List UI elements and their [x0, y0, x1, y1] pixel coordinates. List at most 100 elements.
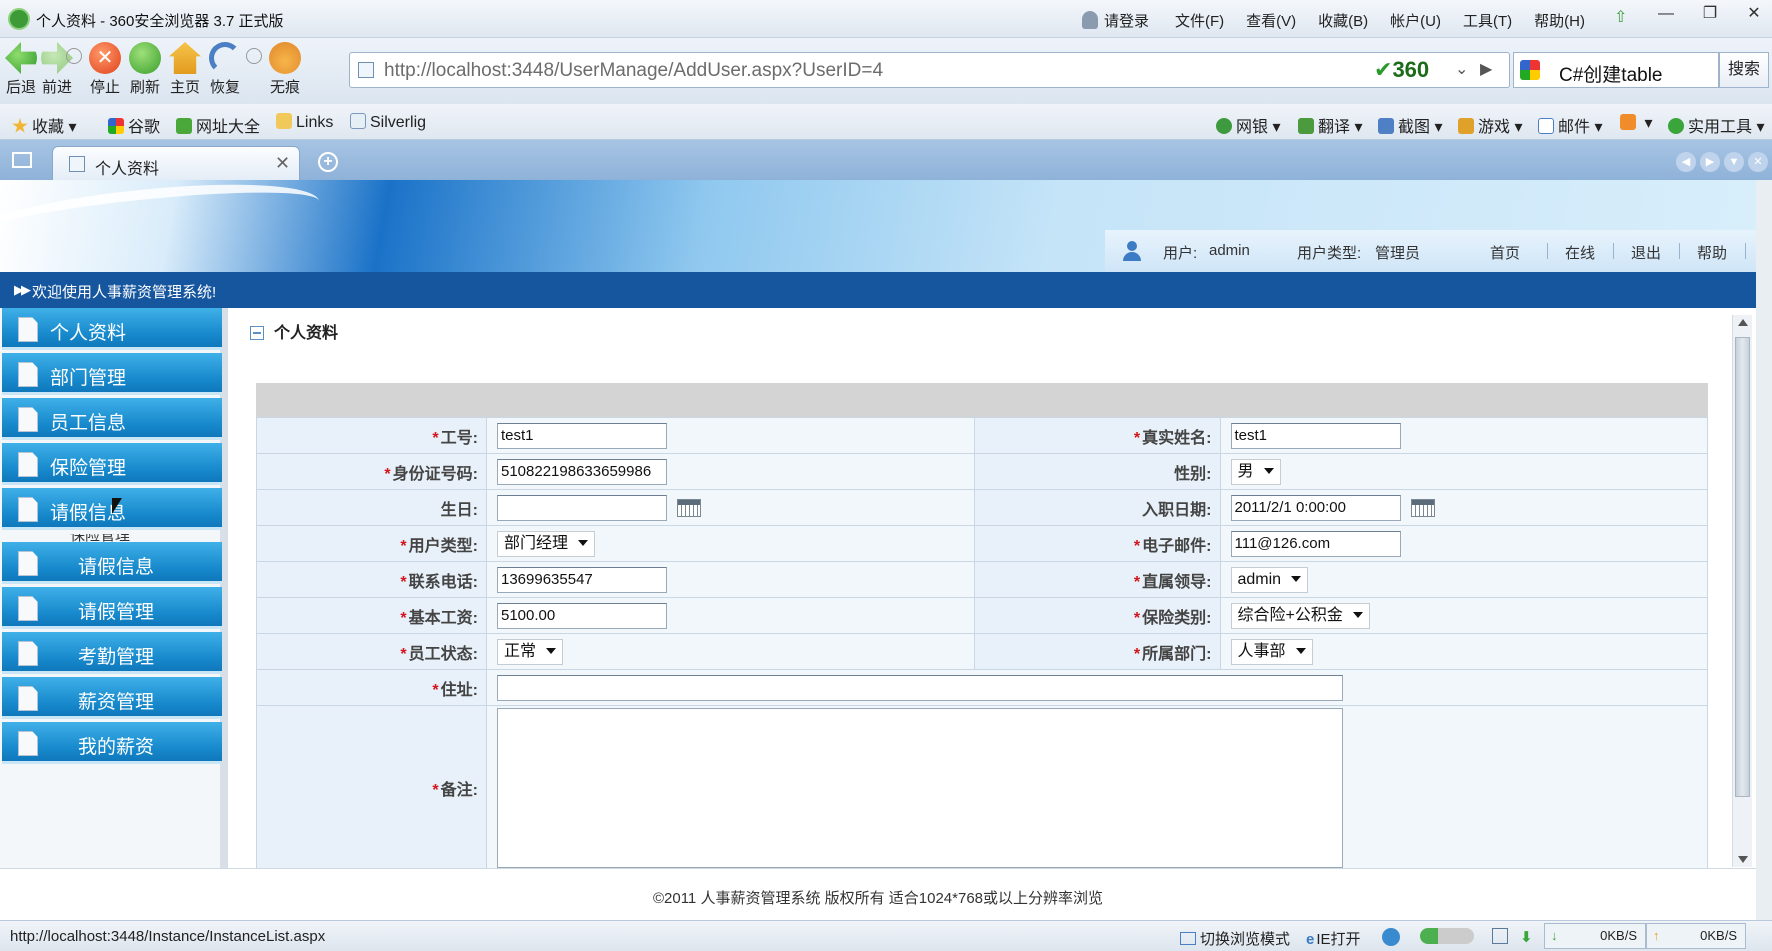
calendar-icon[interactable] — [677, 498, 701, 517]
home-button[interactable]: 主页 — [164, 42, 206, 97]
menu-tools[interactable]: 工具(T) — [1463, 10, 1512, 31]
sidebar-item-profile[interactable]: 个人资料 — [2, 308, 222, 350]
link-home[interactable]: 首页 — [1490, 242, 1520, 263]
upgrade-arrow-icon[interactable]: ⇧ — [1614, 10, 1630, 26]
phone-input[interactable]: 13699635547 — [497, 566, 667, 593]
search-input[interactable]: C#创建table — [1513, 52, 1719, 88]
minimize-button[interactable]: — — [1644, 0, 1688, 28]
fav-links[interactable]: Links — [276, 113, 333, 132]
sidebar-item-leave-management[interactable]: 请假管理 — [2, 587, 222, 629]
menu-help[interactable]: 帮助(H) — [1534, 10, 1585, 31]
user-type-select[interactable]: 部门经理 — [497, 530, 596, 557]
search-button[interactable]: 搜索 — [1719, 52, 1769, 88]
fav-google[interactable]: 谷歌 — [108, 113, 160, 137]
tool-mail[interactable]: 邮件 ▾ — [1538, 113, 1603, 137]
sidebar-toggle-icon[interactable] — [12, 152, 32, 168]
history-dropdown-icon[interactable] — [66, 48, 82, 64]
tab-right-icon[interactable]: ▶ — [1700, 152, 1720, 172]
user-name: admin — [1209, 242, 1250, 259]
tool-bank[interactable]: 网银 ▾ — [1216, 113, 1281, 137]
tool-screenshot[interactable]: 截图 ▾ — [1378, 113, 1443, 137]
new-tab-button[interactable]: + — [318, 152, 338, 172]
link-online[interactable]: 在线 — [1565, 242, 1595, 263]
label-text: 电子邮件: — [1142, 537, 1212, 555]
login-link[interactable]: 请登录 — [1082, 10, 1149, 31]
base-salary-input[interactable]: 5100.00 — [497, 602, 667, 629]
gender-select[interactable]: 男 — [1230, 458, 1281, 485]
birthday-input[interactable] — [497, 494, 667, 521]
favorites-menu[interactable]: 收藏 ▾ — [12, 113, 77, 137]
link-help[interactable]: 帮助 — [1697, 242, 1727, 263]
tool-games[interactable]: 游戏 ▾ — [1458, 113, 1523, 137]
globe-icon[interactable] — [1382, 928, 1400, 946]
switch-mode-button[interactable]: 切换浏览模式 — [1180, 928, 1290, 949]
tab-profile[interactable]: 个人资料 ✕ — [52, 146, 300, 180]
plus-circle-icon — [1668, 118, 1684, 134]
tool-translate[interactable]: 翻译 ▾ — [1298, 113, 1363, 137]
undo-dropdown-icon[interactable] — [246, 48, 262, 64]
sidebar-item-attendance[interactable]: 考勤管理 — [2, 632, 222, 674]
email-input[interactable]: 111@126.com — [1230, 530, 1401, 557]
close-tab-icon[interactable]: ✕ — [275, 153, 290, 174]
supervisor-select[interactable]: admin — [1230, 566, 1309, 593]
calendar-icon[interactable] — [1410, 498, 1435, 517]
page-scrollbar[interactable] — [1732, 315, 1752, 867]
scrollbar-thumb[interactable] — [1735, 337, 1750, 797]
print-icon[interactable] — [1492, 928, 1508, 944]
form-row: * 身份证号码: 510822198633659986 性别: 男 — [256, 453, 1708, 490]
address-input[interactable] — [497, 674, 1343, 701]
sidebar-item-leave-info[interactable]: 请假信息 — [2, 542, 222, 584]
sidebar-item-leave-info-header[interactable]: 请假信息 — [2, 488, 222, 530]
search-engine-icon[interactable] — [1520, 60, 1540, 80]
form-row: * 员工状态: 正常 * 所属部门: 人事部 — [256, 633, 1708, 670]
toggle-switch-icon[interactable] — [1420, 928, 1474, 944]
ie-open-button[interactable]: e IE打开 — [1306, 928, 1361, 949]
page-icon — [350, 113, 366, 129]
remark-textarea[interactable] — [497, 708, 1343, 868]
security-360-badge[interactable]: ✔360 — [1374, 57, 1429, 83]
label-text: 直属领导: — [1142, 573, 1212, 591]
tab-left-icon[interactable]: ◀ — [1676, 152, 1696, 172]
browser-menu-bar: 文件(F) 查看(V) 收藏(B) 帐户(U) 工具(T) 帮助(H) — [1175, 10, 1585, 31]
sidebar-item-insurance[interactable]: 保险管理 — [2, 443, 222, 485]
address-dropdown-icon[interactable]: ⌄ — [1455, 59, 1468, 79]
menu-account[interactable]: 帐户(U) — [1390, 10, 1441, 31]
employee-id-input[interactable]: test1 — [497, 422, 667, 449]
tab-list-icon[interactable]: ▼ — [1724, 152, 1744, 172]
close-window-button[interactable]: ✕ — [1732, 0, 1772, 28]
menu-file[interactable]: 文件(F) — [1175, 10, 1224, 31]
remark-cell — [486, 705, 1708, 871]
sidebar-item-my-salary[interactable]: 我的薪资 — [2, 722, 222, 764]
stop-button[interactable]: ✕ 停止 — [84, 42, 126, 97]
incognito-button[interactable]: 无痕 — [264, 42, 306, 97]
sidebar-item-employees[interactable]: 员工信息 — [2, 398, 222, 440]
scroll-up-icon[interactable] — [1738, 319, 1748, 326]
link-logout[interactable]: 退出 — [1631, 242, 1661, 263]
hire-date-input[interactable]: 2011/2/1 0:00:00 — [1230, 494, 1401, 521]
tab-close-all-icon[interactable]: ✕ — [1748, 152, 1768, 172]
id-card-input[interactable]: 510822198633659986 — [497, 458, 667, 485]
address-bar[interactable]: http://localhost:3448/UserManage/AddUser… — [349, 52, 1510, 88]
employee-status-label: * 员工状态: — [256, 633, 487, 670]
refresh-button[interactable]: 刷新 — [124, 42, 166, 97]
scroll-down-icon[interactable] — [1738, 856, 1748, 863]
undo-close-button[interactable]: 恢复 — [204, 42, 246, 97]
menu-view[interactable]: 查看(V) — [1246, 10, 1296, 31]
browser-scrollbar[interactable] — [1756, 180, 1772, 920]
maximize-button[interactable]: ❐ — [1688, 0, 1732, 28]
sidebar-item-salary-management[interactable]: 薪资管理 — [2, 677, 222, 719]
tool-calculator[interactable]: ▾ — [1620, 113, 1652, 133]
real-name-input[interactable]: test1 — [1230, 422, 1401, 449]
department-select[interactable]: 人事部 — [1230, 638, 1313, 665]
collapse-icon[interactable] — [250, 326, 264, 340]
insurance-type-select[interactable]: 综合险+公积金 — [1230, 602, 1370, 629]
menu-favorites[interactable]: 收藏(B) — [1318, 10, 1368, 31]
fav-site-directory[interactable]: 网址大全 — [176, 113, 260, 137]
tool-utilities[interactable]: 实用工具 ▾ — [1668, 113, 1765, 137]
employee-status-select[interactable]: 正常 — [497, 638, 564, 665]
upload-speed-value: 0KB/S — [1700, 928, 1737, 943]
download-icon[interactable]: ⬇ — [1520, 928, 1533, 946]
go-arrow-icon[interactable]: ▶ — [1480, 59, 1492, 79]
fav-silverlight[interactable]: Silverlig — [350, 113, 426, 132]
sidebar-item-departments[interactable]: 部门管理 — [2, 353, 222, 395]
